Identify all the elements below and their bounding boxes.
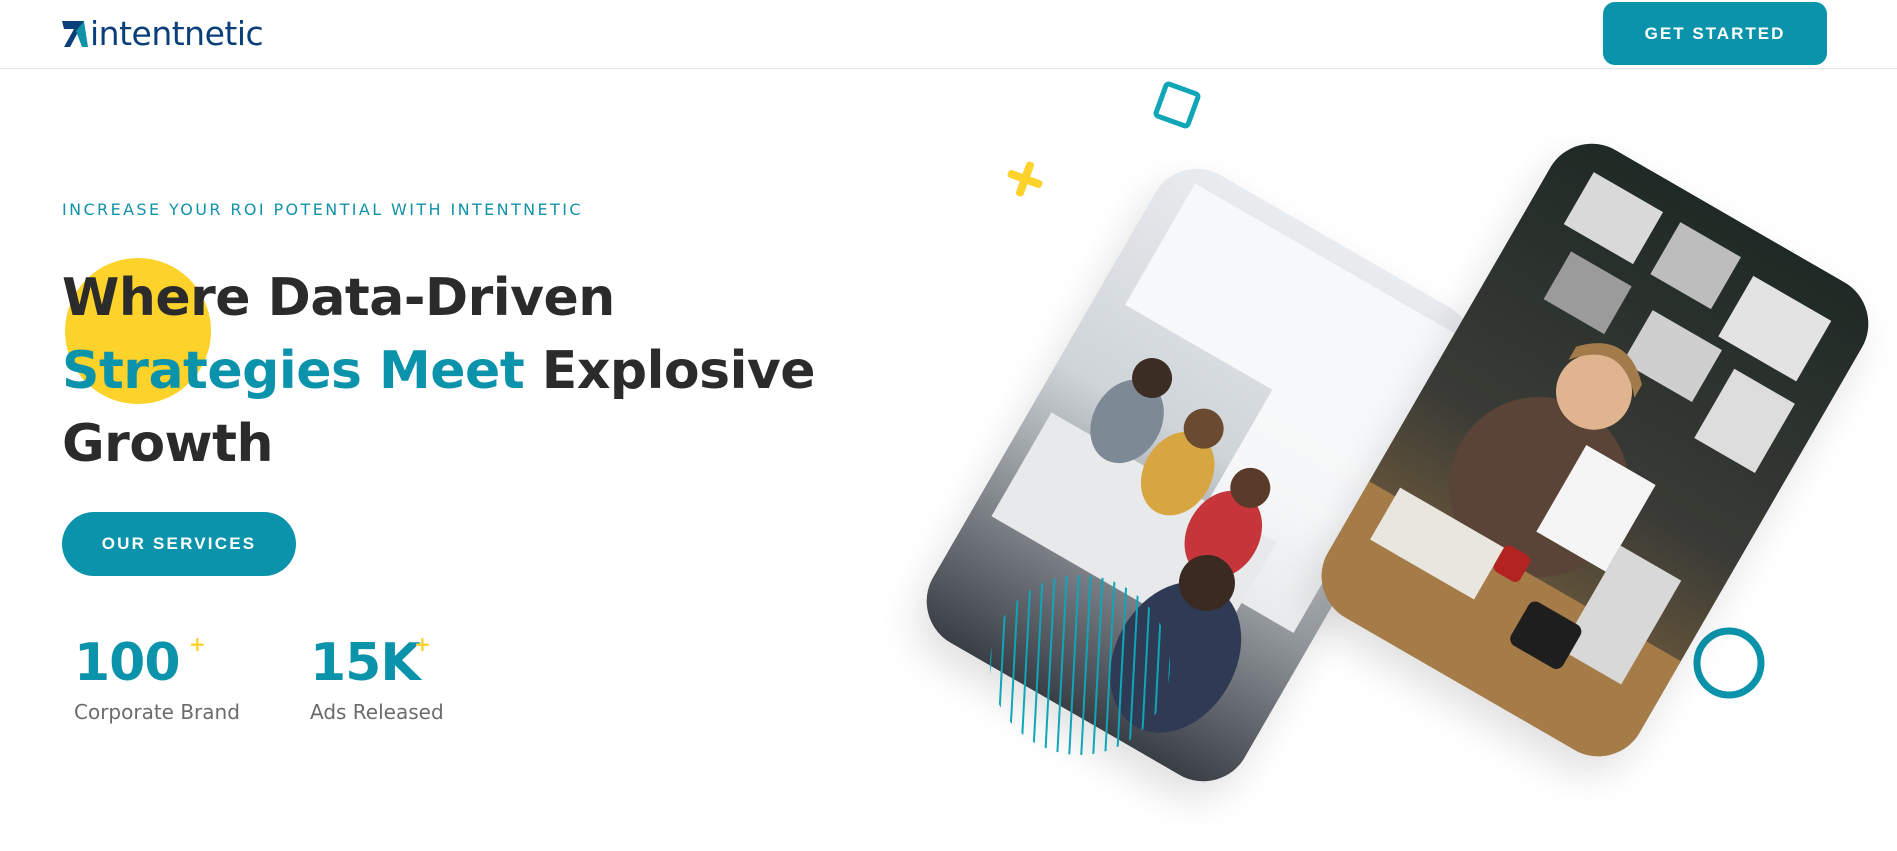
headline-line-2-rest: Explosive [524, 341, 816, 401]
stat-plus-icon: + [414, 632, 431, 656]
hero-headline: Where Data-Driven Strategies Meet Explos… [62, 262, 822, 481]
plus-decoration-icon [1007, 161, 1043, 197]
man-working-at-desk-photo [1304, 126, 1886, 774]
ring-decoration [1693, 627, 1765, 699]
striped-circle-decoration [990, 575, 1170, 755]
site-header: intentnetic GET STARTED [0, 0, 1897, 69]
our-services-button[interactable]: OUR SERVICES [62, 512, 296, 576]
logo-text: intentnetic [90, 14, 264, 53]
headline-line-1: Where Data-Driven [62, 268, 615, 328]
hero-tagline: INCREASE YOUR ROI POTENTIAL WITH INTENTN… [62, 200, 583, 219]
square-outline-decoration [1153, 81, 1201, 129]
stat-plus-icon: + [189, 632, 206, 656]
stat-label: Corporate Brand [74, 700, 240, 724]
stat-label: Ads Released [310, 700, 444, 724]
headline-line-3: Growth [62, 414, 273, 474]
stat-ads-released: 15K + Ads Released [310, 632, 444, 724]
stat-corporate-brand: 100 + Corporate Brand [74, 632, 240, 724]
headline-accent-text: Strategies Meet [62, 341, 525, 401]
get-started-button[interactable]: GET STARTED [1603, 2, 1827, 65]
headline-line-2: Strategies Meet Explosive [62, 335, 822, 408]
stat-value: 100 [74, 633, 181, 693]
logo[interactable]: intentnetic [62, 14, 264, 54]
logo-mark-icon [62, 21, 88, 47]
